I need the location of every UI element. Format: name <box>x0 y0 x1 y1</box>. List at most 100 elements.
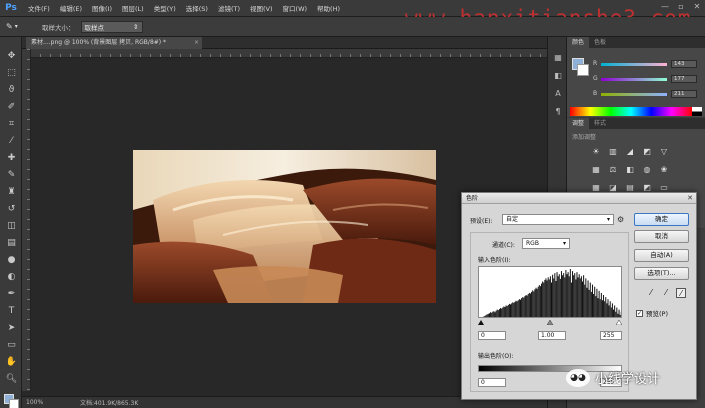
bw-icon[interactable]: ◧ <box>623 164 637 175</box>
zoom-level[interactable]: 100% <box>22 399 50 406</box>
red-slider[interactable] <box>601 63 667 66</box>
output-black-field[interactable]: 0 <box>478 378 506 387</box>
preview-toggle[interactable]: ✓ 预览(P) <box>636 308 668 318</box>
histogram-bar <box>564 277 566 317</box>
histogram-bar <box>606 303 608 317</box>
input-levels-label: 输入色阶(I): <box>478 257 511 264</box>
exposure-icon[interactable]: ◩ <box>640 146 654 157</box>
menu-item[interactable]: 滤镜(T) <box>213 3 245 13</box>
gamma-handle[interactable] <box>546 319 554 326</box>
close-button[interactable]: ✕ <box>691 2 703 12</box>
paragraph-icon[interactable]: ¶ <box>552 105 564 117</box>
clone-stamp-tool-icon[interactable]: ♜ <box>5 185 18 198</box>
crop-tool-icon[interactable]: ⌗ <box>5 117 18 130</box>
histogram-bar <box>536 288 538 317</box>
marquee-tool-icon[interactable]: ⬚ <box>5 66 18 79</box>
document-tab[interactable]: 素材....png @ 100% (背景图层 拷贝, RGB/8#) * × <box>26 37 202 49</box>
move-tool-icon[interactable]: ✥ <box>5 49 18 62</box>
input-black-field[interactable]: 0 <box>478 331 506 340</box>
input-levels-slider[interactable] <box>478 319 623 326</box>
menu-item[interactable]: 帮助(H) <box>312 3 345 13</box>
menu-item[interactable]: 视图(V) <box>245 3 278 13</box>
green-value[interactable]: 177 <box>671 75 697 83</box>
histogram-bar <box>558 274 560 317</box>
dodge-tool-icon[interactable]: ◐ <box>5 270 18 283</box>
white-point-handle[interactable] <box>615 319 623 326</box>
eyedropper-tool-icon[interactable]: ⁄ <box>5 134 18 147</box>
document-tab-bar: 素材....png @ 100% (背景图层 拷贝, RGB/8#) * × <box>22 37 547 49</box>
zoom-tool-icon[interactable]: 🔍︎ <box>5 372 18 385</box>
options-button[interactable]: 选项(T)... <box>634 267 689 280</box>
hand-tool-icon[interactable]: ✋ <box>5 355 18 368</box>
mixer-icon[interactable]: ❀ <box>657 164 671 175</box>
black-white-swatch[interactable] <box>692 107 702 116</box>
tool-preset-picker[interactable]: ✎ ▾ <box>6 20 28 33</box>
blur-tool-icon[interactable]: ● <box>5 253 18 266</box>
channel-select[interactable]: RGB ▾ <box>522 238 570 249</box>
sample-size-select[interactable]: 取样点 ⇕ <box>80 20 143 33</box>
preset-options-gear-icon[interactable]: ⚙ <box>617 215 624 224</box>
red-value[interactable]: 143 <box>671 60 697 68</box>
pen-tool-icon[interactable]: ✒ <box>5 287 18 300</box>
close-icon[interactable]: ✕ <box>687 193 693 204</box>
type-tool-icon[interactable]: T <box>5 304 18 317</box>
gradient-tool-icon[interactable]: ▤ <box>5 236 18 249</box>
histogram-bar <box>551 282 552 317</box>
green-slider[interactable] <box>601 78 667 81</box>
preset-select[interactable]: 自定 ▾ <box>502 214 614 225</box>
lasso-tool-icon[interactable]: ϑ <box>5 83 18 96</box>
menu-item[interactable]: 图层(L) <box>117 3 149 13</box>
white-eyedropper-icon[interactable]: ⁄ <box>676 288 686 298</box>
curves-icon[interactable]: ◢ <box>623 146 637 157</box>
path-select-tool-icon[interactable]: ➤ <box>5 321 18 334</box>
histogram-bar <box>557 276 559 317</box>
histogram-bar <box>610 307 612 317</box>
brush-tool-icon[interactable]: ✎ <box>5 168 18 181</box>
menu-item[interactable]: 窗口(W) <box>278 3 313 13</box>
quick-select-tool-icon[interactable]: ✐ <box>5 100 18 113</box>
cancel-button[interactable]: 取消 <box>634 230 689 243</box>
black-eyedropper-icon[interactable]: ⁄ <box>646 288 656 298</box>
menu-item[interactable]: 类型(Y) <box>149 3 181 13</box>
histogram-bar <box>532 290 534 317</box>
photofilter-icon[interactable]: ◍ <box>640 164 654 175</box>
dialog-titlebar[interactable]: 色阶 ✕ <box>462 193 696 204</box>
color-spectrum-bar[interactable] <box>570 107 692 116</box>
vibrance-icon[interactable]: ▽ <box>657 146 671 157</box>
input-gamma-field[interactable]: 1.00 <box>538 331 566 340</box>
levels-histogram <box>478 266 622 318</box>
levels-icon[interactable]: ▥ <box>606 146 620 157</box>
shape-tool-icon[interactable]: ▭ <box>5 338 18 351</box>
hue-icon[interactable]: ▦ <box>589 164 603 175</box>
close-icon[interactable]: × <box>194 37 199 49</box>
tab-swatches[interactable]: 色板 <box>589 37 611 48</box>
auto-button[interactable]: 自动(A) <box>634 249 689 262</box>
healing-brush-tool-icon[interactable]: ✚ <box>5 151 18 164</box>
black-point-handle[interactable] <box>478 320 484 325</box>
eraser-tool-icon[interactable]: ◫ <box>5 219 18 232</box>
history-icon[interactable]: ▦ <box>552 51 564 63</box>
menu-item[interactable]: 文件(F) <box>23 3 55 13</box>
menu-item[interactable]: 图像(I) <box>87 3 117 13</box>
tab-color[interactable]: 颜色 <box>567 37 590 48</box>
histogram-bar <box>594 286 596 317</box>
brightness-icon[interactable]: ☀ <box>589 146 603 157</box>
color-panel-background-swatch[interactable] <box>577 64 589 76</box>
blue-slider[interactable] <box>601 93 667 96</box>
background-color-swatch[interactable] <box>9 399 19 408</box>
preview-checkbox[interactable]: ✓ <box>636 309 643 317</box>
balance-icon[interactable]: ⚖ <box>606 164 620 175</box>
histogram-bar <box>483 316 485 317</box>
history-brush-tool-icon[interactable]: ↺ <box>5 202 18 215</box>
ok-button[interactable]: 确定 <box>634 213 689 226</box>
color-panel-tabs: 颜色 色板 <box>567 37 705 48</box>
input-white-field[interactable]: 255 <box>600 331 622 340</box>
properties-icon[interactable]: ◧ <box>552 69 564 81</box>
menu-item[interactable]: 编辑(E) <box>55 3 87 13</box>
blue-value[interactable]: 211 <box>671 90 697 98</box>
tab-styles[interactable]: 样式 <box>589 118 611 129</box>
character-icon[interactable]: A <box>552 87 564 99</box>
menu-item[interactable]: 选择(S) <box>181 3 213 13</box>
gray-eyedropper-icon[interactable]: ⁄ <box>661 288 671 298</box>
tab-adjustments[interactable]: 调整 <box>567 118 590 129</box>
